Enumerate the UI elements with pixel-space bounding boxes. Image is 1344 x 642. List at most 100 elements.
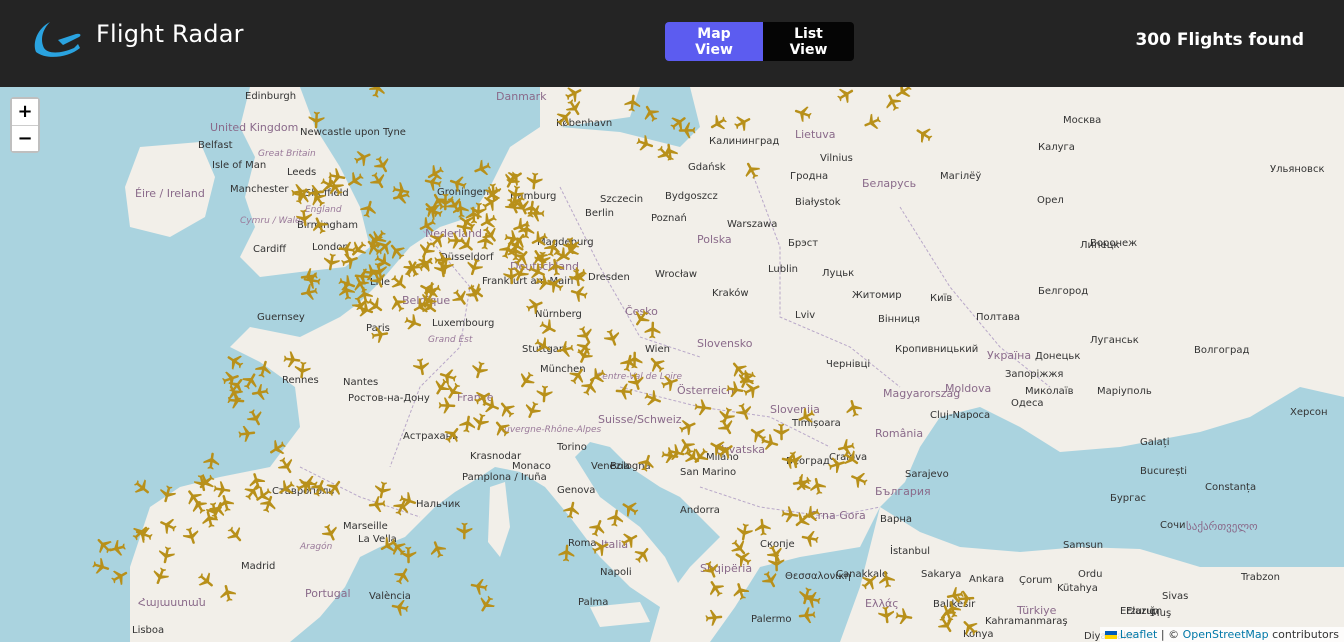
map-label: Moldova xyxy=(945,382,992,395)
map-label: Орел xyxy=(1037,195,1064,206)
aircraft-marker-icon[interactable] xyxy=(410,356,433,379)
map-label: București xyxy=(1140,466,1187,477)
map-label: Szczecin xyxy=(600,194,644,205)
list-view-button[interactable]: List View xyxy=(763,22,854,61)
zoom-in-button[interactable]: + xyxy=(12,99,38,125)
map-label: Grand Est xyxy=(428,335,473,345)
map-label: Manchester xyxy=(230,184,289,195)
map-label: Dresden xyxy=(588,272,630,283)
map-label: Миколаїв xyxy=(1025,386,1074,397)
map-label: Lisboa xyxy=(132,625,165,636)
aircraft-marker-icon[interactable] xyxy=(778,448,802,472)
map-label: Нальчик xyxy=(416,499,461,510)
aircraft-marker-icon[interactable] xyxy=(293,207,316,230)
map-label: Sakarya xyxy=(921,569,962,580)
map-label: Чернівці xyxy=(826,359,871,370)
map-basemap[interactable] xyxy=(0,87,1344,642)
app-title: Flight Radar xyxy=(96,20,244,48)
aircraft-marker-icon[interactable] xyxy=(388,595,411,618)
zoom-out-button[interactable]: − xyxy=(12,125,38,151)
map-label: Кропивницький xyxy=(895,344,979,355)
map-label: Варна xyxy=(880,514,913,525)
map-label: Marseille xyxy=(343,521,388,532)
aircraft-marker-icon[interactable] xyxy=(305,109,326,130)
aircraft-marker-icon[interactable] xyxy=(352,265,374,287)
map-label: Беларусь xyxy=(862,177,917,190)
aircraft-marker-icon[interactable] xyxy=(305,181,328,204)
map-label: Донецьк xyxy=(1035,351,1081,362)
map-label: Sarajevo xyxy=(905,469,949,480)
map-label: Edinburgh xyxy=(245,91,297,102)
aircraft-marker-icon[interactable] xyxy=(326,165,349,188)
map-label: Հայաստան xyxy=(138,596,206,609)
map-label: San Marino xyxy=(680,467,737,478)
map-label: Luxembourg xyxy=(432,318,495,329)
map-label: Полтава xyxy=(976,312,1021,323)
aircraft-marker-icon[interactable] xyxy=(703,607,725,629)
attribution-suffix: contributors xyxy=(1268,628,1339,641)
airplane-logo-icon xyxy=(34,22,81,57)
map-label: Vilnius xyxy=(820,153,853,164)
map-label: Polska xyxy=(697,233,732,246)
map-label: Isle of Man xyxy=(212,160,267,171)
aircraft-marker-icon[interactable] xyxy=(368,324,391,347)
map-label: Suisse/Schweiz xyxy=(598,413,682,426)
map-label: Волгоград xyxy=(1194,345,1250,356)
map-label: Брэст xyxy=(788,238,819,249)
map-label: Poznań xyxy=(651,213,687,224)
zoom-control: + − xyxy=(10,97,40,153)
aircraft-marker-icon[interactable] xyxy=(211,479,234,502)
map-label: Palma xyxy=(578,597,609,608)
aircraft-marker-icon[interactable] xyxy=(875,567,898,590)
aircraft-marker-icon[interactable] xyxy=(464,205,485,226)
map-label: Україна xyxy=(987,349,1032,362)
map-attribution: Leaflet | © OpenStreetMap contributors xyxy=(1099,627,1344,642)
map-label: United Kingdom xyxy=(210,121,299,134)
map-label: Калининград xyxy=(709,136,780,147)
map-label: Palermo xyxy=(751,614,792,625)
ukraine-flag-icon xyxy=(1104,631,1117,639)
aircraft-marker-icon[interactable] xyxy=(366,493,388,515)
aircraft-marker-icon[interactable] xyxy=(875,604,897,626)
map-label: Воронеж xyxy=(1090,238,1138,249)
map-label: Маріуполь xyxy=(1097,386,1152,397)
map-label: Galați xyxy=(1140,437,1170,448)
aircraft-marker-icon[interactable] xyxy=(454,521,474,541)
aircraft-marker-icon[interactable] xyxy=(556,542,577,563)
aircraft-marker-icon[interactable] xyxy=(622,92,644,114)
map-label: Одеса xyxy=(1011,398,1044,409)
aircraft-marker-icon[interactable] xyxy=(723,378,746,401)
flights-count: 300 Flights found xyxy=(1135,30,1304,50)
map-label: Сочи xyxy=(1160,520,1186,531)
aircraft-marker-icon[interactable] xyxy=(692,397,714,419)
map-label: İstanbul xyxy=(890,546,931,557)
flight-map[interactable]: Edinburgh Danmark København Lietuva Москва Un… xyxy=(0,87,1344,642)
aircraft-marker-icon[interactable] xyxy=(771,421,791,441)
map-label: Lviv xyxy=(795,310,816,321)
map-label: Магілёў xyxy=(940,171,982,182)
view-toggle: Map View List View xyxy=(665,22,854,61)
aircraft-marker-icon[interactable] xyxy=(523,170,545,192)
map-label: Nantes xyxy=(343,377,379,388)
map-label: Belfast xyxy=(198,140,233,151)
map-label: Запоріжжя xyxy=(1005,369,1064,380)
map-label: Torino xyxy=(557,442,587,453)
map-label: България xyxy=(875,485,931,498)
openstreetmap-link[interactable]: OpenStreetMap xyxy=(1183,628,1269,641)
aircraft-marker-icon[interactable] xyxy=(467,575,490,598)
aircraft-marker-icon[interactable] xyxy=(625,350,645,370)
aircraft-marker-icon[interactable] xyxy=(291,359,313,381)
map-label: Berlin xyxy=(585,208,615,219)
map-label: Madrid xyxy=(241,561,276,572)
aircraft-marker-icon[interactable] xyxy=(398,545,418,565)
map-label: Samsun xyxy=(1063,540,1104,551)
map-view-button[interactable]: Map View xyxy=(665,22,763,61)
map-label: Çorum xyxy=(1019,575,1053,586)
aircraft-marker-icon[interactable] xyxy=(659,445,682,468)
map-label: Бургас xyxy=(1110,493,1147,504)
map-label: Ростов-на-Дону xyxy=(348,393,430,404)
aircraft-marker-icon[interactable] xyxy=(301,269,324,292)
map-label: Great Britain xyxy=(258,149,316,159)
aircraft-marker-icon[interactable] xyxy=(202,499,225,522)
leaflet-link[interactable]: Leaflet xyxy=(1120,628,1157,641)
